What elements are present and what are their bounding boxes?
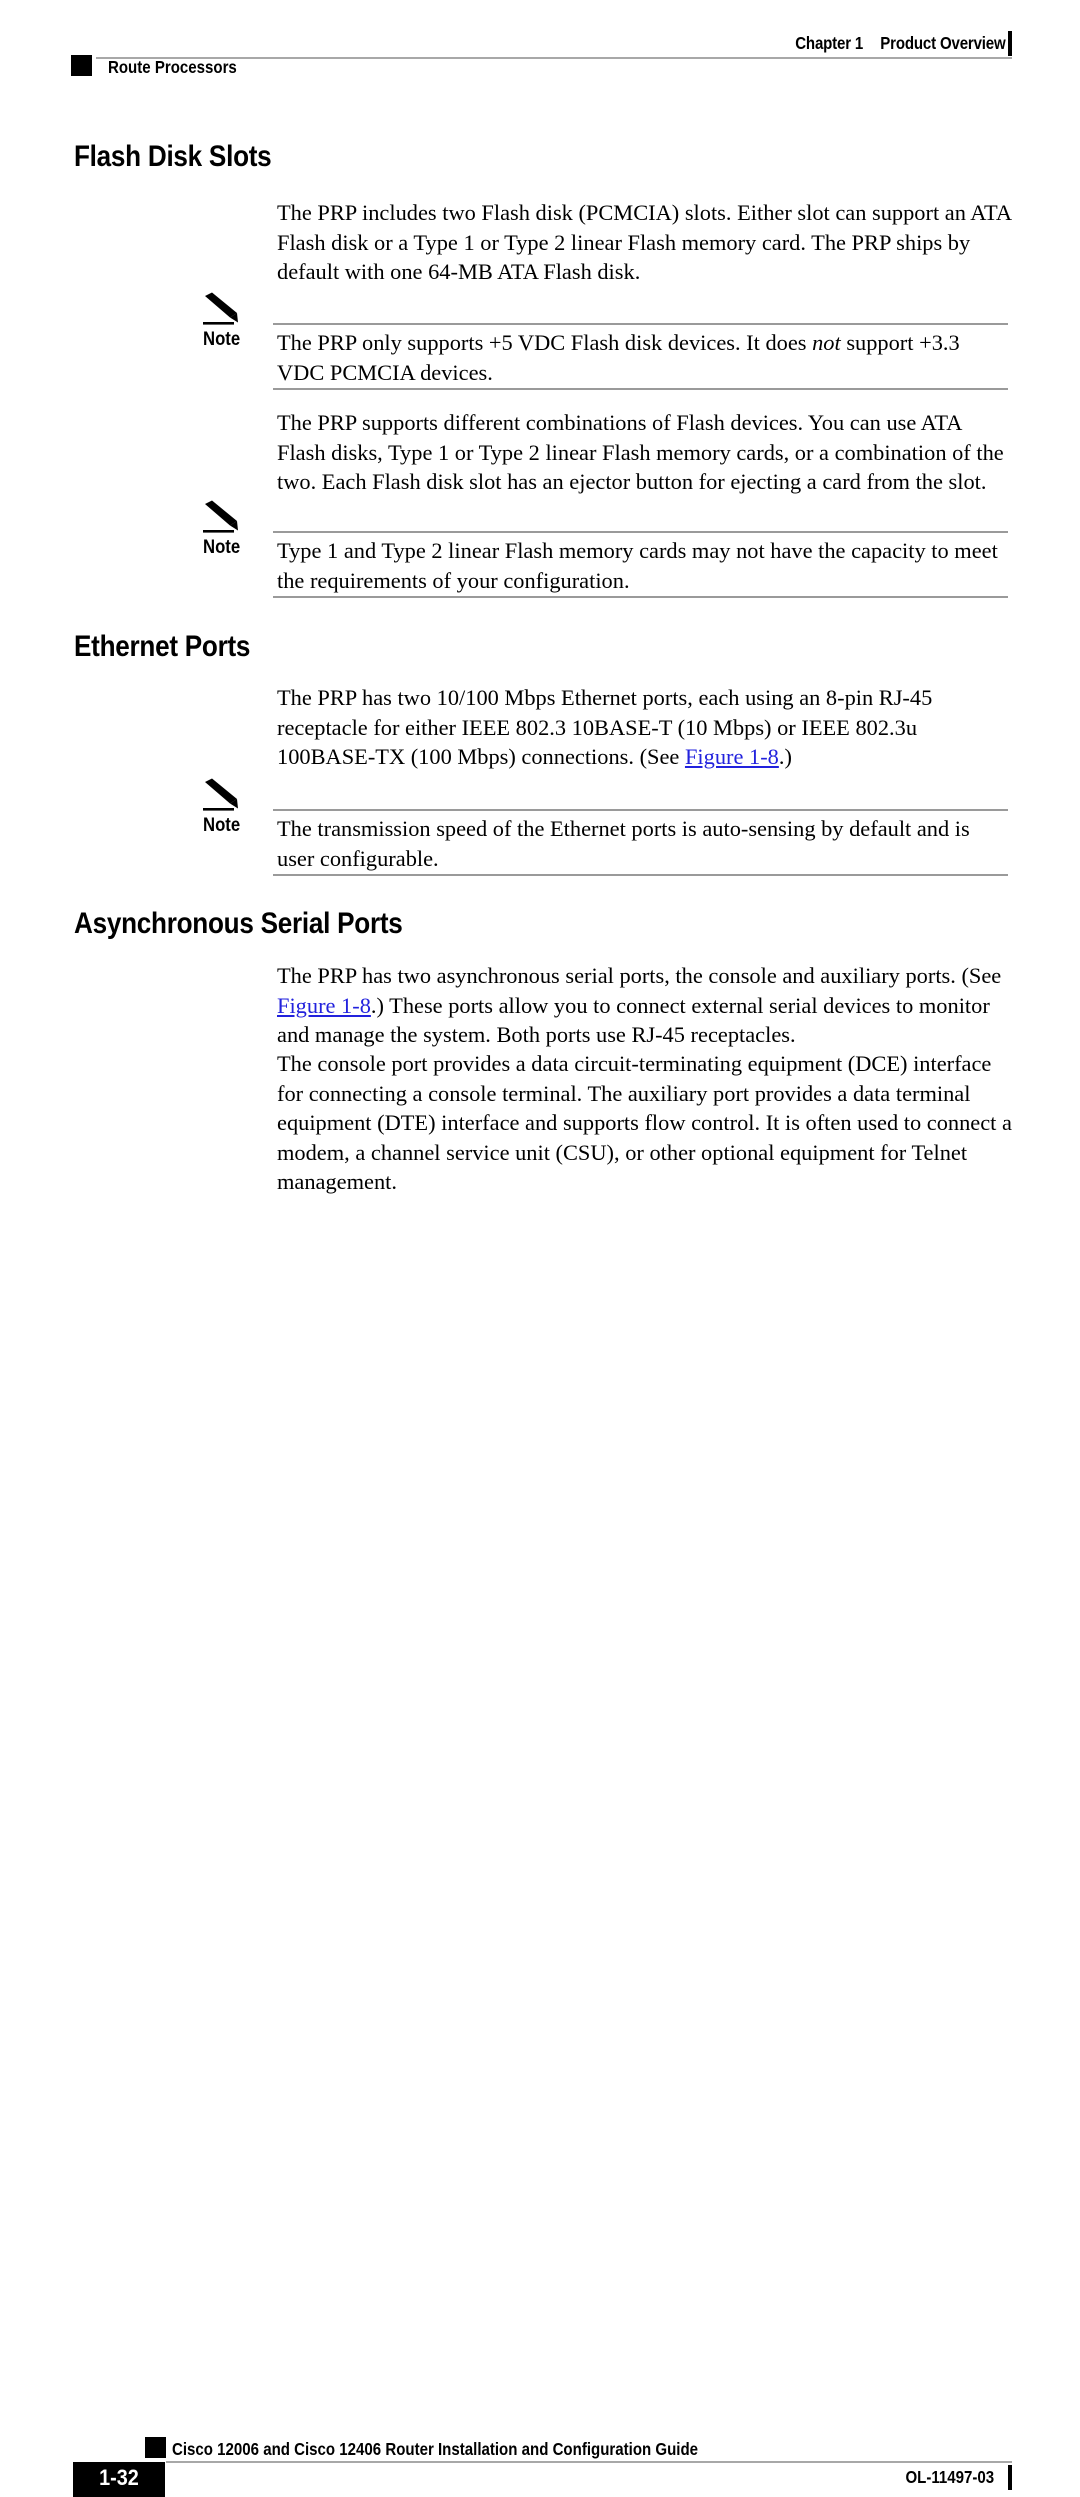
paragraph-text-part-b: .) [778, 744, 792, 770]
note-label: Note [203, 815, 241, 836]
paragraph-console-aux-detail: The console port provides a data circuit… [277, 1051, 1012, 1195]
heading-flash-disk-slots: Flash Disk Slots [74, 140, 272, 173]
page-footer: Cisco 12006 and Cisco 12406 Router Insta… [0, 1211, 1080, 2497]
paragraph-text-part-b: .) These ports allow you to connect exte… [277, 992, 990, 1048]
pencil-icon [203, 778, 247, 812]
footer-bullet-square-icon [145, 2437, 166, 2458]
footer-book-title: Cisco 12006 and Cisco 12406 Router Insta… [172, 2439, 699, 2459]
footer-edge-marker [1008, 2465, 1012, 2490]
header-chapter-label: Chapter 1 [795, 33, 864, 53]
footer-page-number: 1-32 [99, 2465, 139, 2490]
note-text-linear-capacity: Type 1 and Type 2 linear Flash memory ca… [277, 538, 998, 593]
note-rule-top [273, 809, 1008, 811]
note-label: Note [203, 537, 241, 558]
pencil-icon [203, 292, 247, 326]
footer-document-id: OL-11497-03 [905, 2467, 994, 2487]
paragraph-text-part-a: The PRP has two 10/100 Mbps Ethernet por… [277, 685, 933, 770]
figure-1-8-link[interactable]: Figure 1-8 [277, 993, 371, 1018]
page-header: Chapter 1 Product Overview Route Processo… [0, 0, 1080, 92]
document-page: Chapter 1 Product Overview Route Processo… [0, 0, 1080, 2497]
paragraph-serial-intro: The PRP has two asynchronous serial port… [277, 961, 1012, 1050]
footer-divider [166, 2461, 1012, 2463]
pencil-icon [203, 500, 247, 534]
header-section-name: Route Processors [108, 57, 237, 77]
note-rule-bottom [273, 596, 1008, 598]
note-rule-top [273, 323, 1008, 325]
note-text-emphasis: not [812, 330, 841, 355]
paragraph-flash-disk-intro: The PRP includes two Flash disk (PCMCIA)… [277, 200, 1011, 285]
heading-asynchronous-serial-ports: Asynchronous Serial Ports [74, 907, 403, 940]
paragraph-text-part-a: The PRP has two asynchronous serial port… [277, 963, 1002, 988]
note-rule-top [273, 531, 1008, 533]
paragraph-ethernet-intro: The PRP has two 10/100 Mbps Ethernet por… [277, 683, 1012, 772]
figure-1-8-link[interactable]: Figure 1-8 [685, 744, 779, 769]
header-edge-marker [1008, 31, 1012, 56]
header-chapter-title: Product Overview [880, 33, 1006, 53]
note-rule-bottom [273, 388, 1008, 390]
note-rule-bottom [273, 874, 1008, 876]
note-text-part-a: The PRP only supports +5 VDC Flash disk … [277, 330, 813, 355]
header-bullet-square-icon [71, 55, 92, 76]
note-text-flash-voltage: The PRP only supports +5 VDC Flash disk … [277, 328, 1012, 387]
heading-ethernet-ports: Ethernet Ports [74, 630, 251, 663]
paragraph-flash-combinations: The PRP supports different combinations … [277, 410, 1004, 495]
note-text-auto-sensing: The transmission speed of the Ethernet p… [277, 816, 970, 871]
header-chapter-info: Chapter 1 Product Overview [796, 33, 1006, 54]
note-label: Note [203, 329, 241, 350]
